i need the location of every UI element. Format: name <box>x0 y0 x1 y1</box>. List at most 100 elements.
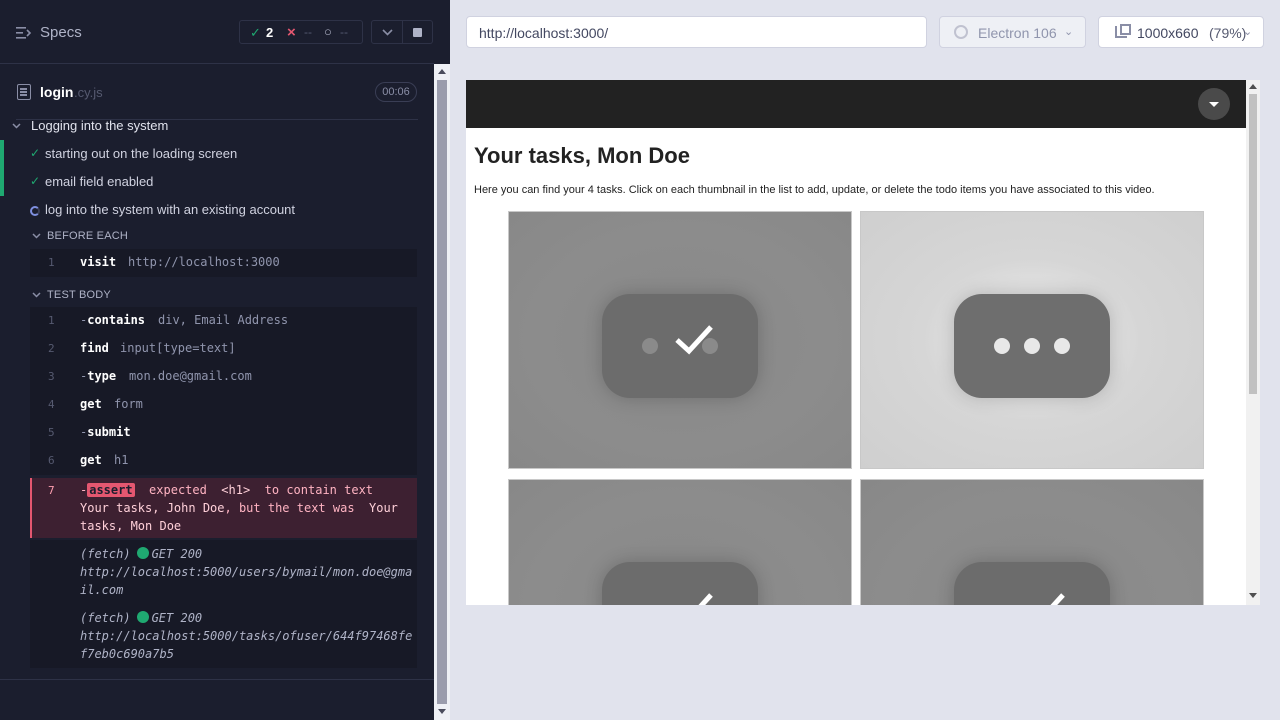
command-number: 1 <box>48 256 55 269</box>
command-number: 7 <box>48 484 55 497</box>
fetch-log-row[interactable]: (fetch) GET 200 http://localhost:5000/tas… <box>30 604 417 668</box>
preview-panel: http://localhost:3000/ Electron 106 ⌄ 10… <box>450 0 1280 720</box>
command-number: 6 <box>48 454 55 467</box>
chevron-down-icon <box>32 233 41 239</box>
specs-title[interactable]: Specs <box>40 24 82 41</box>
command-number: 3 <box>48 370 55 383</box>
status-dot-icon <box>136 611 149 623</box>
suite-header[interactable]: Logging into the system <box>12 117 418 139</box>
command-row[interactable]: 1 visit http://localhost:3000 <box>30 249 417 277</box>
youtube-placeholder-icon <box>602 294 758 398</box>
task-thumbnail[interactable] <box>508 479 852 605</box>
failed-count: -- <box>304 25 312 39</box>
command-number: 4 <box>48 398 55 411</box>
specs-header: Specs ✓ 2 × -- ○ -- <box>0 0 434 64</box>
fetch-log-row[interactable]: (fetch) GET 200 http://localhost:5000/use… <box>30 540 417 604</box>
command-number: 1 <box>48 314 55 327</box>
command-row[interactable]: 3 -type mon.doe@gmail.com <box>30 363 417 391</box>
stop-button[interactable] <box>403 20 433 44</box>
task-thumbnail[interactable] <box>860 479 1204 605</box>
section-title: BEFORE EACH <box>47 230 129 242</box>
browser-label: Electron 106 <box>978 25 1057 41</box>
command-row[interactable]: 5 -submit <box>30 419 417 447</box>
command-row[interactable]: 4 get form <box>30 391 417 419</box>
app-scrollbar[interactable] <box>1246 80 1260 605</box>
passed-indicator <box>0 140 4 168</box>
spec-file-header[interactable]: login .cy.js <box>0 76 418 108</box>
youtube-placeholder-icon <box>954 294 1110 398</box>
fetch-line: (fetch) GET 200 <box>80 547 203 561</box>
command-name: -type <box>80 369 117 383</box>
assert-badge: assert <box>87 483 135 497</box>
section-title: TEST BODY <box>47 289 111 301</box>
status-dot-icon <box>136 547 149 559</box>
pending-icon: ○ <box>324 24 332 39</box>
reporter-panel: Specs ✓ 2 × -- ○ -- login .cy.js 00:06 L… <box>0 0 434 720</box>
reporter-scrollbar[interactable] <box>434 64 450 720</box>
electron-icon <box>954 25 968 39</box>
duration-badge: 00:06 <box>375 82 417 102</box>
command-name: -contains <box>80 313 146 327</box>
command-name: visit <box>80 255 117 269</box>
scroll-up-arrow-icon[interactable] <box>1249 84 1257 89</box>
youtube-placeholder-icon <box>954 562 1110 605</box>
url-bar[interactable]: http://localhost:3000/ <box>466 16 927 48</box>
task-thumbnail[interactable] <box>860 211 1204 469</box>
browser-selector[interactable]: Electron 106 ⌄ <box>939 16 1086 48</box>
fetch-url: http://localhost:5000/tasks/ofuser/644f9… <box>80 629 413 661</box>
viewport-selector[interactable]: 1000x660 (79%) ⌄ <box>1098 16 1264 48</box>
page-title: Your tasks, Mon Doe <box>474 143 690 168</box>
test-item-running[interactable]: log into the system with an existing acc… <box>0 196 418 224</box>
command-name: -submit <box>80 425 131 439</box>
test-item[interactable]: ✓ email field enabled <box>0 168 418 196</box>
passed-indicator <box>0 168 4 196</box>
scroll-down-arrow-icon[interactable] <box>1249 593 1257 598</box>
menu-dropdown-icon[interactable] <box>1198 88 1230 120</box>
scroll-up-arrow-icon[interactable] <box>438 69 446 74</box>
task-thumbnail[interactable] <box>508 211 852 469</box>
check-icon: ✓ <box>30 146 41 160</box>
spinner-icon <box>30 206 40 216</box>
stop-icon <box>413 28 422 37</box>
toggle-auto-scroll-button[interactable] <box>371 20 403 44</box>
check-icon <box>675 325 713 355</box>
command-message: h1 <box>114 453 129 467</box>
chevron-down-icon <box>32 292 41 298</box>
suite-title: Logging into the system <box>31 118 169 133</box>
chevron-down-icon: ⌄ <box>1064 26 1074 38</box>
test-title: email field enabled <box>45 174 154 189</box>
test-title: log into the system with an existing acc… <box>45 202 296 217</box>
command-row[interactable]: 6 get h1 <box>30 447 417 475</box>
command-number: 5 <box>48 426 55 439</box>
fetch-line: (fetch) GET 200 <box>80 611 203 625</box>
specs-list-icon[interactable] <box>16 26 32 40</box>
command-row[interactable]: 2 find input[type=text] <box>30 335 417 363</box>
divider <box>0 679 434 680</box>
scrollbar-thumb[interactable] <box>437 80 447 704</box>
before-each-header[interactable]: BEFORE EACH <box>30 227 418 247</box>
before-each-commands: 1 visit http://localhost:3000 <box>30 249 417 277</box>
pending-count: -- <box>340 25 348 39</box>
scroll-down-arrow-icon[interactable] <box>438 709 446 714</box>
test-body-header[interactable]: TEST BODY <box>30 286 418 306</box>
command-message: mon.doe@gmail.com <box>129 369 252 383</box>
command-name: get <box>80 397 102 411</box>
chevron-down-icon <box>382 29 393 36</box>
command-row[interactable]: 1 -contains div, Email Address <box>30 307 417 335</box>
chevron-down-icon <box>12 123 21 129</box>
scrollbar-thumb[interactable] <box>1249 94 1257 394</box>
failed-assertion-command[interactable]: 7 - assert expected <h1> to contain text … <box>30 478 417 538</box>
test-stats: ✓ 2 × -- ○ -- <box>239 20 363 44</box>
check-icon <box>1050 593 1065 605</box>
test-title: starting out on the loading screen <box>45 146 238 161</box>
viewport-size: 1000x660 <box>1137 25 1199 41</box>
test-item[interactable]: ✓ starting out on the loading screen <box>0 140 418 168</box>
youtube-placeholder-icon <box>602 562 758 605</box>
command-message: http://localhost:3000 <box>128 255 280 269</box>
app-header <box>466 80 1246 128</box>
passed-count: 2 <box>266 25 274 40</box>
check-icon: ✓ <box>250 25 261 40</box>
viewport-scale: (79%) <box>1209 25 1247 41</box>
command-name: get <box>80 453 102 467</box>
page-description: Here you can find your 4 tasks. Click on… <box>474 184 1155 196</box>
